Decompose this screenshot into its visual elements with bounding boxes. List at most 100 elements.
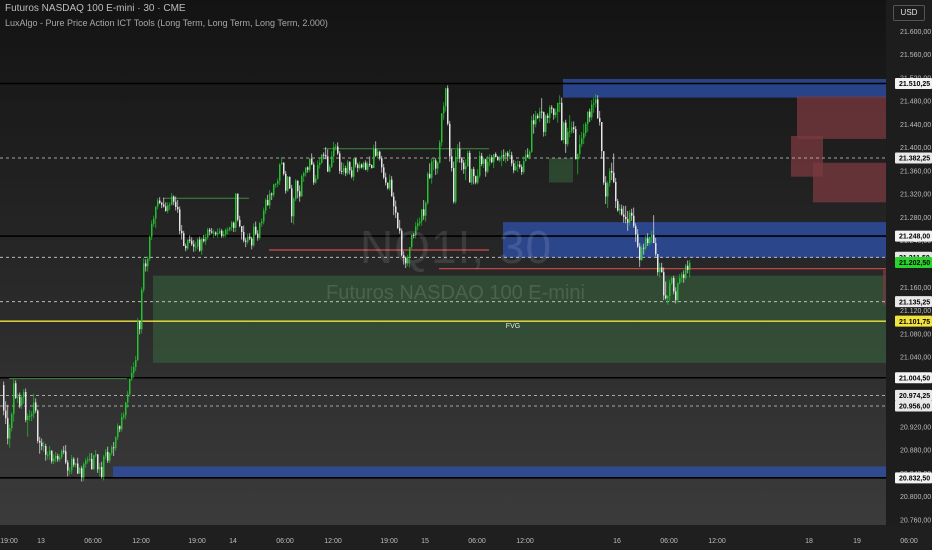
price-tick-12: 21.120,00: [900, 308, 931, 315]
candle-body: [77, 463, 79, 474]
candle-body: [689, 262, 691, 270]
candle-body: [35, 402, 37, 411]
candle-body: [609, 170, 611, 184]
candle-body: [517, 164, 519, 167]
candle-body: [289, 176, 291, 189]
level-badge-7: 20.974,25: [899, 393, 930, 400]
candle-body: [251, 238, 253, 246]
candle-body: [557, 102, 559, 113]
candle-body: [619, 208, 621, 211]
chart-title: Futuros NASDAQ 100 E-mini · 30 · CME: [5, 3, 186, 14]
candle-body: [113, 447, 115, 449]
candle-body: [537, 115, 539, 118]
candle-body: [223, 234, 225, 237]
candle-body: [69, 470, 71, 472]
candle-body: [395, 206, 397, 213]
candle-body: [7, 418, 9, 439]
candle-body: [575, 129, 577, 160]
price-tick-6: 21.360,00: [900, 168, 931, 175]
candle-body: [551, 107, 553, 109]
candle-body: [581, 138, 583, 145]
candle-body: [323, 154, 325, 156]
level-badge-6: 21.004,50: [899, 375, 930, 382]
candle-body: [311, 158, 313, 165]
candle-body: [593, 103, 595, 105]
candle-body: [607, 183, 609, 197]
candle-body: [475, 176, 477, 183]
candle-body: [177, 206, 179, 210]
candle-body: [11, 414, 13, 429]
candle-body: [445, 88, 447, 107]
candle-body: [47, 454, 49, 456]
candle-body: [241, 226, 243, 232]
candle-body: [369, 163, 371, 166]
candle-body: [447, 88, 449, 124]
candle-body: [53, 458, 55, 462]
candle-body: [633, 215, 635, 227]
candle-body: [637, 234, 639, 247]
candle-body: [361, 164, 363, 168]
level-badge-8: 20.956,00: [899, 404, 930, 411]
candle-body: [275, 183, 277, 185]
candle-body: [197, 239, 199, 247]
candle-body: [127, 394, 129, 403]
candle-body: [139, 321, 141, 330]
candle-body: [631, 212, 633, 216]
candle-body: [207, 229, 209, 238]
candle-body: [673, 277, 675, 292]
candle-body: [363, 162, 365, 168]
candle-body: [217, 233, 219, 235]
candle-body: [625, 216, 627, 220]
candle-body: [29, 415, 31, 417]
candle-body: [377, 151, 379, 156]
candle-body: [393, 196, 395, 207]
candle-body: [509, 155, 511, 157]
candle-body: [565, 122, 567, 145]
candle-body: [199, 239, 201, 251]
candle-body: [651, 234, 653, 238]
currency-button[interactable]: USD: [893, 5, 925, 21]
price-tick-17: 20.920,00: [900, 424, 931, 431]
candle-body: [601, 122, 603, 152]
candle-body: [657, 254, 659, 273]
candle-body: [165, 206, 167, 212]
candle-body: [49, 450, 51, 455]
candle-body: [621, 208, 623, 215]
candle-body: [353, 158, 355, 177]
zone-red-2: [813, 162, 886, 203]
price-chart[interactable]: FVG 21.600,0021.560,0021.520,0021.480,00…: [0, 0, 932, 550]
candle-body: [647, 238, 649, 244]
candle-body: [373, 148, 375, 168]
candle-body: [57, 456, 59, 460]
candle-body: [385, 177, 387, 183]
candle-body: [473, 169, 475, 177]
candle-body: [533, 120, 535, 125]
candle-body: [293, 198, 295, 217]
price-tick-18: 20.880,00: [900, 448, 931, 455]
candle-body: [477, 175, 479, 183]
candle-body: [261, 221, 263, 224]
candle-body: [655, 243, 657, 255]
candle-body: [597, 99, 599, 118]
candle-body: [569, 131, 571, 133]
candle-body: [137, 321, 139, 360]
candle-body: [627, 219, 629, 223]
candle-body: [577, 154, 579, 160]
candle-body: [383, 167, 385, 178]
candle-body: [295, 180, 297, 199]
candle-body: [131, 372, 133, 379]
price-tick-11: 21.160,00: [900, 285, 931, 292]
indicator-legend[interactable]: LuxAlgo - Pure Price Action ICT Tools (L…: [5, 18, 328, 28]
candle-body: [507, 152, 509, 157]
candle-body: [321, 154, 323, 163]
zone-red-1: [797, 96, 886, 139]
candle-body: [107, 451, 109, 461]
candle-body: [319, 162, 321, 166]
candle-body: [263, 210, 265, 222]
fvg-label: FVG: [506, 323, 520, 330]
candle-body: [243, 232, 245, 241]
candle-body: [359, 164, 361, 168]
candle-body: [379, 151, 381, 159]
candle-body: [307, 167, 309, 170]
candle-body: [563, 122, 565, 141]
